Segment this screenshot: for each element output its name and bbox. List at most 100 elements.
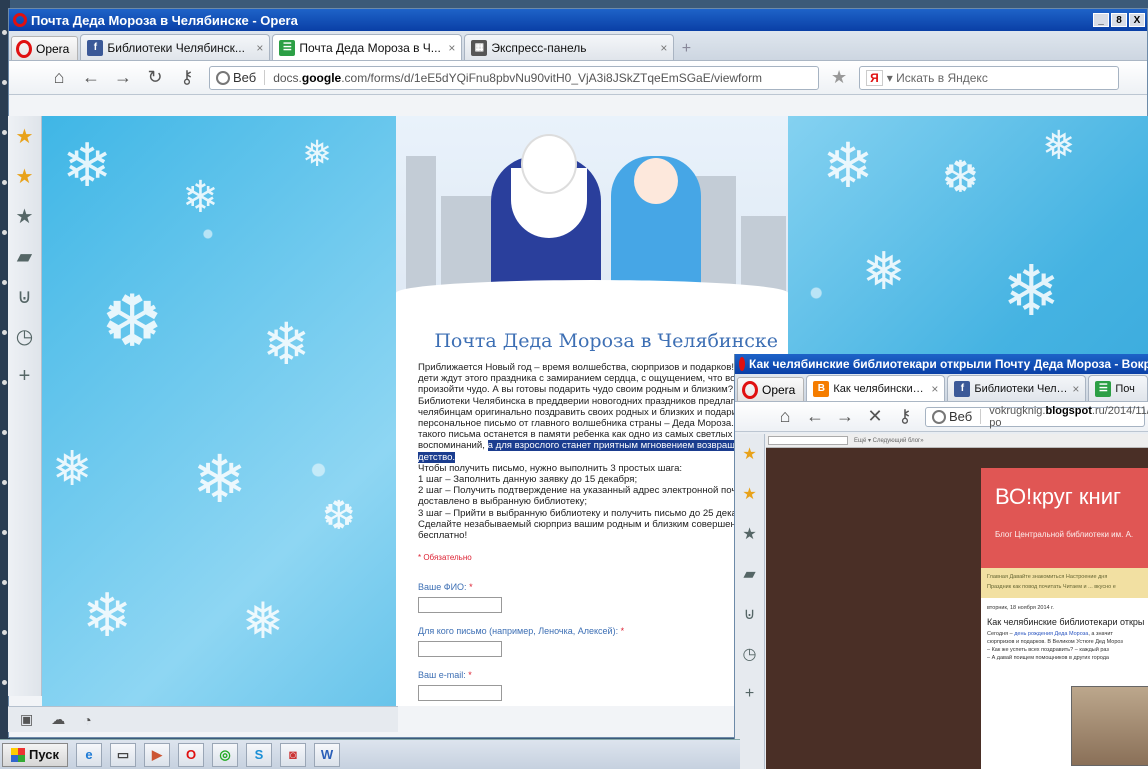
veb-badge[interactable]: Веб — [932, 409, 982, 424]
cloud-icon[interactable]: ☁ — [51, 711, 65, 728]
search-field[interactable]: Я ▾ Искать в Яндекс — [859, 65, 1120, 90]
bookmarks-icon[interactable]: ★ — [8, 116, 41, 156]
speed-icon[interactable]: ◔ — [83, 712, 91, 728]
tab-ded-moroz-post[interactable]: ☰ Почта Деда Мороза в Ч... × — [272, 34, 463, 60]
blog-nav-row-2[interactable]: Праздник как повод почитать Читаем и ...… — [987, 582, 1142, 592]
internet-explorer-icon[interactable]: e — [76, 742, 102, 767]
tab-label: Библиотеки Челябинск... — [107, 40, 245, 55]
bookmark-star-icon[interactable]: ★ — [831, 67, 847, 88]
blog-title[interactable]: ВО!круг книг — [995, 484, 1148, 510]
veb-badge[interactable]: Веб — [216, 70, 266, 85]
history-icon[interactable]: ◷ — [8, 316, 41, 356]
forward-icon[interactable]: → — [835, 406, 855, 427]
home-icon[interactable]: ⌂ — [49, 67, 69, 88]
key-icon[interactable]: ⚷ — [895, 406, 915, 427]
navigation-toolbar: ⌂ ← → ↻ ⚷ Веб docs.google.com/forms/d/1e… — [9, 61, 1147, 95]
reload-icon[interactable]: ↻ — [145, 67, 165, 88]
start-button[interactable]: Пуск — [2, 742, 68, 767]
close-button[interactable]: X — [1129, 13, 1145, 27]
tab-close-icon[interactable]: × — [660, 41, 667, 55]
blog-header: ВО!круг книг Блог Центральной библиотеки… — [981, 468, 1148, 568]
facebook-icon: f — [87, 39, 104, 56]
add-panel-icon[interactable]: + — [8, 356, 41, 396]
tab-libraries[interactable]: f Библиотеки Челябинск... × — [947, 375, 1087, 401]
ded-moroz-banner — [396, 116, 788, 306]
star-icon[interactable]: ★ — [735, 514, 764, 554]
veb-label: Веб — [233, 70, 257, 85]
post-title[interactable]: Как челябинские библиотекари откры — [987, 618, 1144, 627]
blog-post: вторник, 18 ноября 2014 г. Как челябинск… — [981, 598, 1148, 668]
tab-label: Почта Деда Мороза в Ч... — [299, 40, 441, 55]
search-placeholder: ▾ Искать в Яндекс — [886, 70, 988, 85]
opera-menu-label: Opera — [762, 382, 796, 397]
word-icon[interactable]: W — [314, 742, 340, 767]
snowflake-icon: ❄ — [1002, 252, 1061, 330]
panel-toggle-icon[interactable]: ▣ — [20, 711, 33, 728]
favorites-icon[interactable]: ★ — [8, 156, 41, 196]
taskbar: Пуск e ▭ ▶ O ◎ S ◙ W — [0, 739, 740, 769]
notes-icon[interactable]: ▰ — [8, 236, 41, 276]
desktop-icon[interactable]: ▭ — [110, 742, 136, 767]
tab-close-icon[interactable]: × — [256, 41, 263, 55]
forward-icon[interactable]: → — [113, 67, 133, 88]
address-bar[interactable]: Веб docs.google.com/forms/d/1eE5dYQiFnu8… — [209, 65, 819, 90]
downloads-icon[interactable]: ⊍ — [735, 594, 764, 634]
bookmarks-icon[interactable]: ★ — [735, 434, 764, 474]
tab-blog-post[interactable]: B Как челябинские библи... × — [806, 375, 946, 401]
home-icon[interactable]: ⌂ — [775, 406, 795, 427]
second-navigation-toolbar: ⌂ ← → ✕ ⚷ Веб vokrugknig.blogspot.ru/201… — [735, 402, 1148, 432]
tab-speed-dial[interactable]: ▦ Экспресс-панель × — [464, 34, 675, 60]
blogger-navbar: Ещё ▾ Следующий блог» — [766, 434, 1148, 448]
blogger-navbar-text[interactable]: Ещё ▾ Следующий блог» — [854, 437, 924, 444]
opera-taskbar-icon[interactable]: O — [178, 742, 204, 767]
tab-close-icon[interactable]: × — [1072, 382, 1079, 396]
post-link[interactable]: день рождения Деда Мороза — [1014, 631, 1088, 637]
recipient-input[interactable] — [418, 640, 502, 657]
second-title-bar: Как челябинские библиотекари открыли Поч… — [735, 354, 1148, 374]
start-label: Пуск — [29, 747, 59, 762]
fio-input[interactable] — [418, 596, 502, 613]
post-line-1: Сегодня – день рождения Деда Мороза, а з… — [987, 631, 1113, 637]
snowflake-icon: ❆ — [322, 494, 356, 538]
post-line-2: сюрпризов и подарков. В Великом Устюге Д… — [987, 639, 1123, 645]
new-tab-button[interactable]: + — [676, 38, 696, 60]
email-input[interactable] — [418, 684, 502, 701]
blog-search-input[interactable] — [768, 436, 848, 445]
opera-second-window: Как челябинские библиотекари открыли Поч… — [734, 354, 1148, 769]
window-controls: _ 8 X — [1093, 13, 1145, 27]
minimize-button[interactable]: _ — [1093, 13, 1109, 27]
stop-icon[interactable]: ✕ — [865, 406, 885, 427]
tab-label: Библиотеки Челябинск... — [974, 382, 1069, 395]
snowflake-icon: ❆ — [942, 153, 979, 202]
back-icon[interactable]: ← — [805, 406, 825, 427]
tab-close-icon[interactable]: × — [448, 41, 455, 55]
back-icon[interactable]: ← — [81, 67, 101, 88]
email-field-group: Ваш e-mail: * — [396, 658, 788, 702]
address-bar[interactable]: Веб vokrugknig.blogspot.ru/2014/11/blog-… — [925, 405, 1148, 429]
history-icon[interactable]: ◷ — [735, 634, 764, 674]
tab-close-icon[interactable]: × — [931, 382, 938, 396]
maximize-button[interactable]: 8 — [1111, 13, 1127, 27]
opera-logo-icon — [16, 39, 32, 58]
tab-label: Как челябинские библи... — [833, 382, 927, 395]
notes-icon[interactable]: ▰ — [735, 554, 764, 594]
tab-ded-moroz-post[interactable]: ☰ Поч — [1088, 375, 1148, 401]
icq-icon[interactable]: ◎ — [212, 742, 238, 767]
add-panel-icon[interactable]: + — [735, 674, 764, 714]
media-player-icon[interactable]: ▶ — [144, 742, 170, 767]
opera-menu-button[interactable]: Opera — [11, 36, 79, 60]
tab-libraries[interactable]: f Библиотеки Челябинск... × — [80, 34, 271, 60]
opera-menu-button[interactable]: Opera — [737, 377, 805, 401]
star-icon[interactable]: ★ — [8, 196, 41, 236]
key-icon[interactable]: ⚷ — [177, 67, 197, 88]
desktop: Почта Деда Мороза в Челябинске - Opera _… — [0, 0, 1148, 769]
step-1: 1 шаг – Заполнить данную заявку до 15 де… — [418, 474, 638, 486]
blog-nav-row-1[interactable]: Главная Давайте знакомиться Настроение д… — [987, 572, 1142, 582]
favorites-icon[interactable]: ★ — [735, 474, 764, 514]
paint-icon[interactable]: ◙ — [280, 742, 306, 767]
second-window-title: Как челябинские библиотекари открыли Поч… — [749, 357, 1148, 371]
snowflake-icon: ❆ — [102, 282, 163, 362]
skype-icon[interactable]: S — [246, 742, 272, 767]
status-bar: ▣ ☁ ◔ — [8, 706, 398, 732]
downloads-icon[interactable]: ⊍ — [8, 276, 41, 316]
